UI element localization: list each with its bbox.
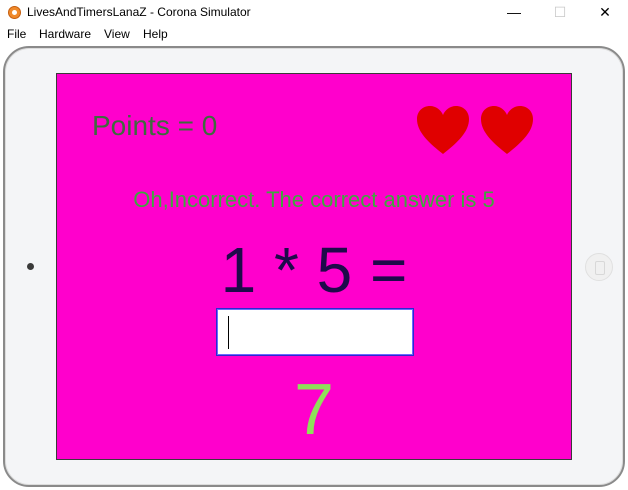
text-caret bbox=[228, 316, 229, 349]
corona-app-icon bbox=[8, 6, 21, 19]
feedback-message: Oh,Incorrect. The correct answer is 5 bbox=[133, 187, 495, 212]
countdown-timer: 7 bbox=[293, 370, 335, 450]
game-screen: Points = 0 Oh,Incorrect. The correct ans… bbox=[56, 73, 572, 460]
menu-view[interactable]: View bbox=[104, 27, 130, 41]
menu-file[interactable]: File bbox=[7, 27, 26, 41]
answer-input[interactable] bbox=[216, 308, 414, 356]
window-title: LivesAndTimersLanaZ - Corona Simulator bbox=[27, 5, 251, 19]
heart-icon bbox=[417, 106, 469, 154]
device-camera bbox=[27, 263, 34, 270]
menu-hardware[interactable]: Hardware bbox=[39, 27, 91, 41]
menu-help[interactable]: Help bbox=[143, 27, 168, 41]
heart-icon bbox=[481, 106, 533, 154]
menu-bar: File Hardware View Help bbox=[0, 25, 628, 44]
maximize-button[interactable]: ☐ bbox=[537, 0, 583, 25]
window-titlebar: LivesAndTimersLanaZ - Corona Simulator —… bbox=[0, 0, 628, 25]
equation-question: 1 * 5 = bbox=[220, 234, 408, 306]
close-button[interactable]: ✕ bbox=[582, 0, 628, 25]
device-home-button[interactable] bbox=[585, 253, 613, 281]
points-label: Points = 0 bbox=[92, 110, 218, 141]
minimize-button[interactable]: — bbox=[491, 0, 537, 25]
lives-display bbox=[415, 104, 535, 156]
